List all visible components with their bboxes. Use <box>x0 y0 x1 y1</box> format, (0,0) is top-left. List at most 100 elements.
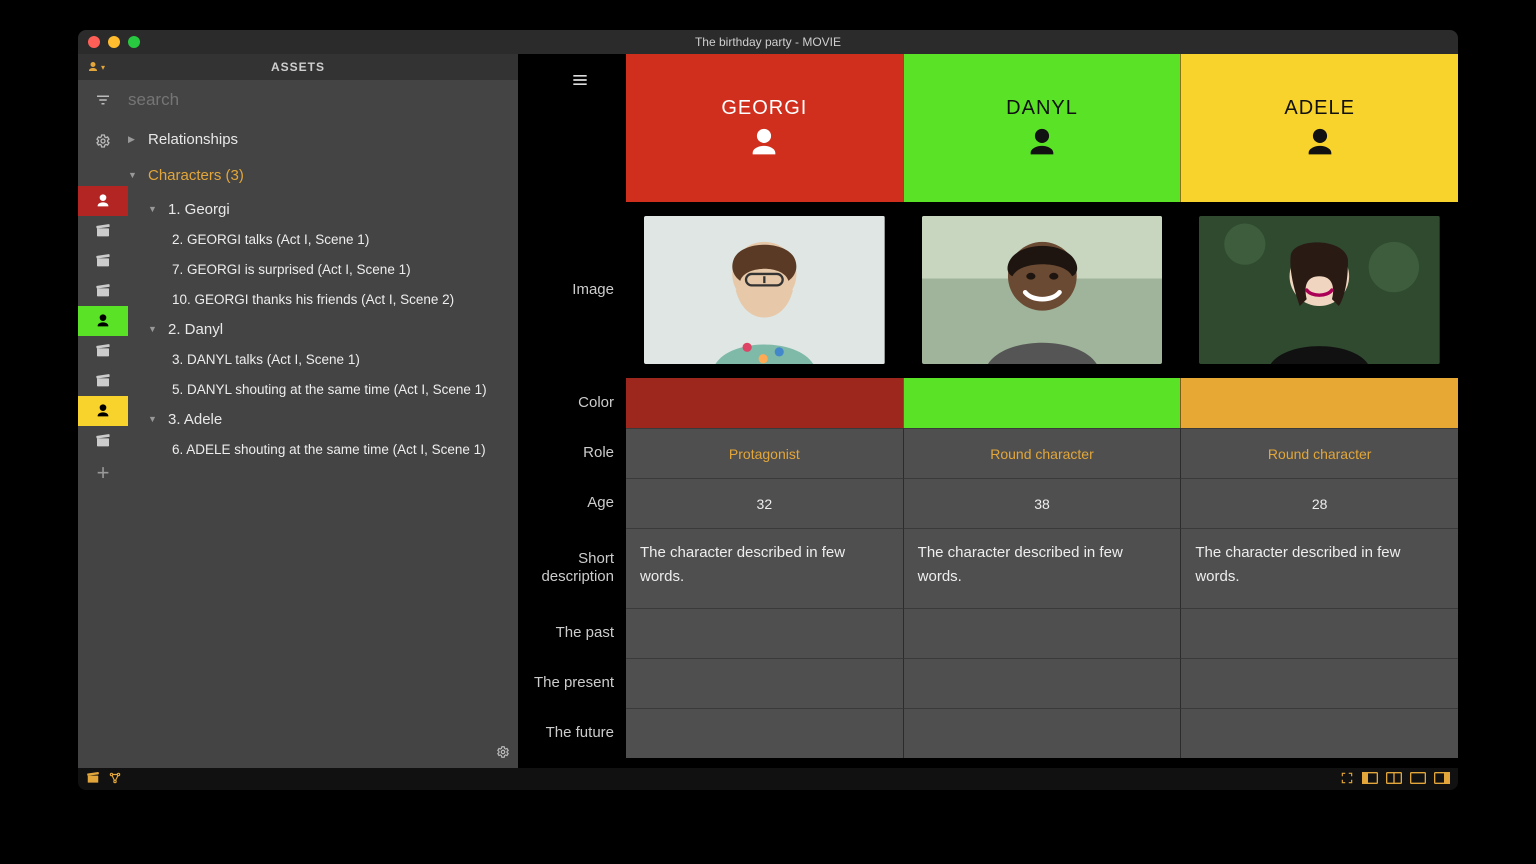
tree-label: 6. ADELE shouting at the same time (Act … <box>172 442 486 457</box>
view-mode-graph-icon[interactable] <box>108 771 122 788</box>
portrait-image <box>644 216 885 364</box>
present-cell[interactable] <box>626 658 903 708</box>
age-cell[interactable]: 38 <box>903 478 1181 528</box>
character-header-danyl[interactable]: DANYL <box>903 54 1181 202</box>
short-description-cell[interactable]: The character described in few words. <box>626 528 903 608</box>
color-swatch[interactable] <box>903 378 1181 428</box>
tree-item-event[interactable]: 3. DANYL talks (Act I, Scene 1) <box>128 344 518 374</box>
scene-icon <box>78 366 128 396</box>
character-name: ADELE <box>1284 97 1355 120</box>
row-label-color: Color <box>518 378 626 428</box>
role-cell[interactable]: Round character <box>903 428 1181 478</box>
tree-label: 3. Adele <box>168 411 222 428</box>
character-name: DANYL <box>1006 97 1078 120</box>
chevron-down-icon: ▼ <box>128 170 138 180</box>
row-label-role: Role <box>518 428 626 478</box>
past-cell[interactable] <box>1180 608 1458 658</box>
titlebar: The birthday party - MOVIE <box>78 30 1458 54</box>
character-badge-adele[interactable] <box>78 396 128 426</box>
character-header-georgi[interactable]: GEORGI <box>626 54 903 202</box>
tree-label: 3. DANYL talks (Act I, Scene 1) <box>172 352 360 367</box>
app-window: The birthday party - MOVIE ▾ ASSETS <box>78 30 1458 790</box>
past-cell[interactable] <box>626 608 903 658</box>
chevron-down-icon: ▼ <box>148 324 158 334</box>
row-label-short-desc: Short description <box>518 528 626 608</box>
fullscreen-icon[interactable] <box>1340 771 1354 788</box>
age-cell[interactable]: 28 <box>1180 478 1458 528</box>
scene-icon <box>78 246 128 276</box>
person-icon <box>747 126 781 160</box>
scene-icon <box>78 216 128 246</box>
color-swatch[interactable] <box>1180 378 1458 428</box>
row-label-age: Age <box>518 478 626 528</box>
future-cell[interactable] <box>1180 708 1458 758</box>
panel-settings-icon[interactable] <box>496 745 510 762</box>
assets-header-title: ASSETS <box>114 60 482 74</box>
present-cell[interactable] <box>903 658 1181 708</box>
add-asset-button[interactable]: + <box>78 456 128 490</box>
scene-icon <box>78 336 128 366</box>
compare-grid: GEORGI DANYL ADELE <box>626 54 1458 768</box>
row-labels-column: Image Color Role Age Short description T… <box>518 54 626 768</box>
tree-item-event[interactable]: 5. DANYL shouting at the same time (Act … <box>128 374 518 404</box>
tree-item-characters[interactable]: ▼ Characters (3) <box>128 160 518 190</box>
short-description-cell[interactable]: The character described in few words. <box>1180 528 1458 608</box>
portrait-image <box>922 216 1163 364</box>
tree-label: 2. Danyl <box>168 321 223 338</box>
character-header-adele[interactable]: ADELE <box>1180 54 1458 202</box>
tree-label: 7. GEORGI is surprised (Act I, Scene 1) <box>172 262 411 277</box>
character-badge-georgi[interactable] <box>78 186 128 216</box>
chevron-down-icon: ▼ <box>148 414 158 424</box>
person-icon <box>1303 126 1337 160</box>
tree-label: 2. GEORGI talks (Act I, Scene 1) <box>172 232 369 247</box>
status-bar <box>78 768 1458 790</box>
present-cell[interactable] <box>1180 658 1458 708</box>
layout-full-icon[interactable] <box>1410 772 1426 787</box>
character-image-cell[interactable] <box>1180 202 1458 378</box>
age-cell[interactable]: 32 <box>626 478 903 528</box>
character-image-cell[interactable] <box>903 202 1181 378</box>
tree-item-event[interactable]: 7. GEORGI is surprised (Act I, Scene 1) <box>128 254 518 284</box>
tree-item-character[interactable]: ▼ 2. Danyl <box>128 314 518 344</box>
row-label-future: The future <box>518 708 626 758</box>
tree-item-event[interactable]: 10. GEORGI thanks his friends (Act I, Sc… <box>128 284 518 314</box>
asset-tree: ▶ Relationships ▼ Characters (3) ▼ 1. Ge… <box>128 120 518 768</box>
gear-icon[interactable] <box>78 126 128 156</box>
layout-right-icon[interactable] <box>1434 772 1450 787</box>
character-image-cell[interactable] <box>626 202 903 378</box>
window-title: The birthday party - MOVIE <box>78 35 1458 49</box>
scene-icon <box>78 426 128 456</box>
chevron-down-icon: ▼ <box>148 204 158 214</box>
tree-label: 1. Georgi <box>168 201 230 218</box>
character-badge-danyl[interactable] <box>78 306 128 336</box>
tree-item-character[interactable]: ▼ 1. Georgi <box>128 194 518 224</box>
role-cell[interactable]: Round character <box>1180 428 1458 478</box>
layout-left-icon[interactable] <box>1362 772 1378 787</box>
color-swatch[interactable] <box>626 378 903 428</box>
future-cell[interactable] <box>903 708 1181 758</box>
tree-label: Characters (3) <box>148 167 244 184</box>
tree-item-character[interactable]: ▼ 3. Adele <box>128 404 518 434</box>
short-description-cell[interactable]: The character described in few words. <box>903 528 1181 608</box>
future-cell[interactable] <box>626 708 903 758</box>
gutter-column: + <box>78 120 128 768</box>
filter-icon[interactable] <box>78 91 128 109</box>
scene-icon <box>78 276 128 306</box>
past-cell[interactable] <box>903 608 1181 658</box>
search-input[interactable] <box>128 86 518 114</box>
row-label-present: The present <box>518 658 626 708</box>
tree-item-event[interactable]: 6. ADELE shouting at the same time (Act … <box>128 434 518 464</box>
row-label-past: The past <box>518 608 626 658</box>
layout-split-icon[interactable] <box>1386 772 1402 787</box>
tree-item-relationships[interactable]: ▶ Relationships <box>128 124 518 154</box>
user-menu-button[interactable]: ▾ <box>78 61 114 73</box>
role-cell[interactable]: Protagonist <box>626 428 903 478</box>
tree-label: 10. GEORGI thanks his friends (Act I, Sc… <box>172 292 454 307</box>
tree-item-event[interactable]: 2. GEORGI talks (Act I, Scene 1) <box>128 224 518 254</box>
hamburger-icon[interactable] <box>570 70 590 94</box>
tree-label: 5. DANYL shouting at the same time (Act … <box>172 382 487 397</box>
assets-panel: ▾ ASSETS <box>78 54 518 768</box>
search-row <box>78 80 518 120</box>
view-mode-scenes-icon[interactable] <box>86 771 100 788</box>
assets-header: ▾ ASSETS <box>78 54 518 80</box>
